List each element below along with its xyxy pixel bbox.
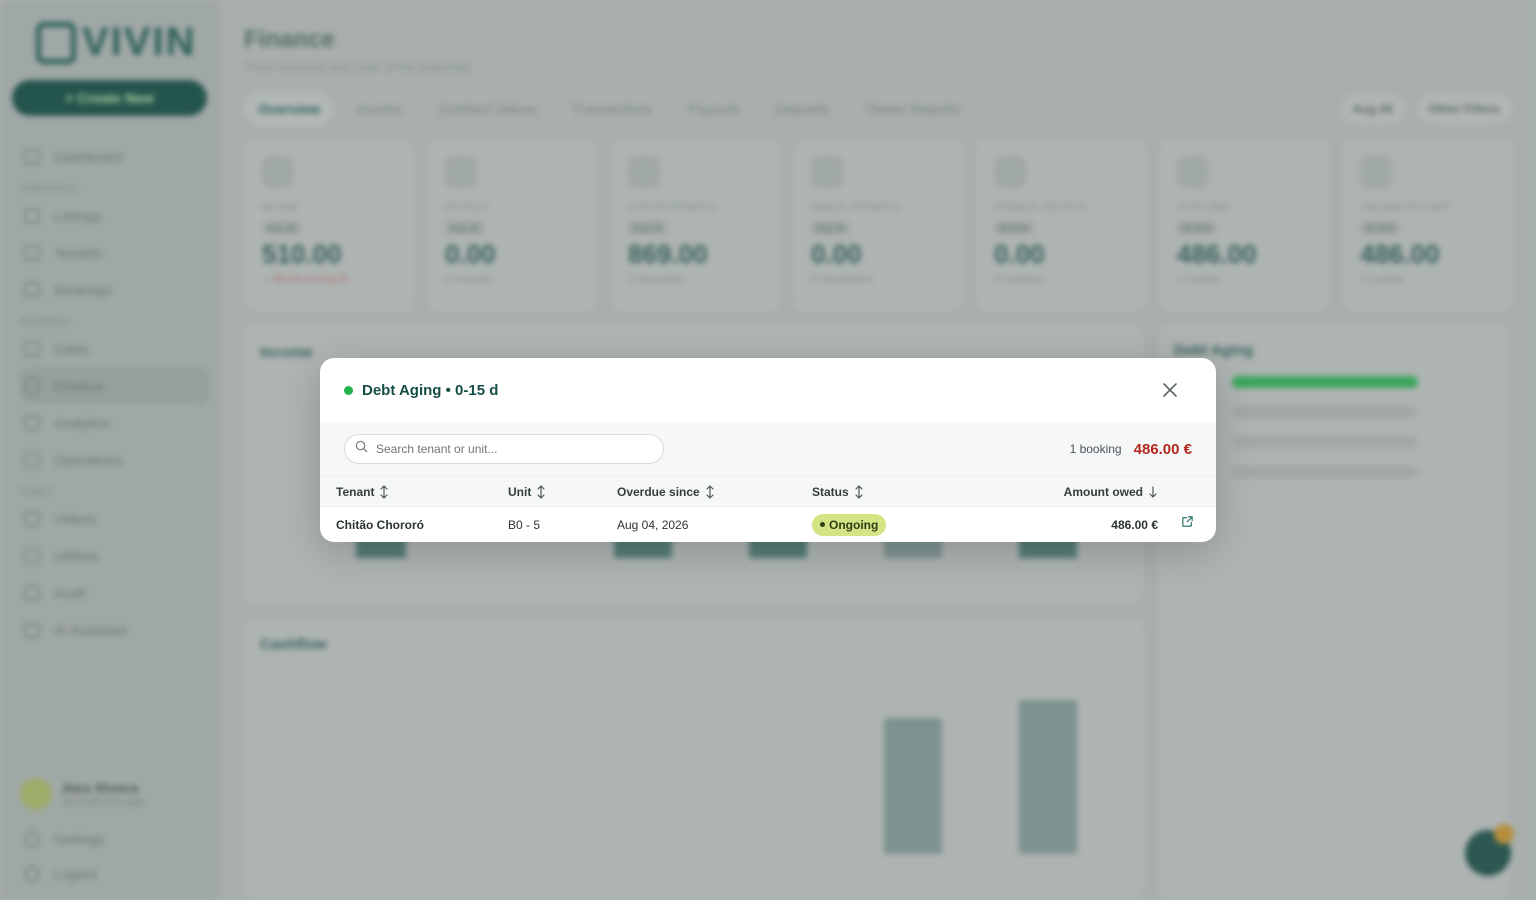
modal-title: Debt Aging • 0-15 d bbox=[362, 381, 499, 399]
modal-header: Debt Aging • 0-15 d bbox=[320, 358, 1216, 422]
status-badge-label: Ongoing bbox=[829, 517, 879, 532]
close-icon[interactable] bbox=[1160, 380, 1180, 400]
column-label: Status bbox=[812, 484, 849, 499]
cell-status: Ongoing bbox=[812, 507, 992, 543]
sort-icon bbox=[537, 484, 545, 499]
cell-amount-owed: 486.00 € bbox=[1111, 517, 1158, 532]
status-badge-dot bbox=[820, 522, 825, 528]
sort-icon bbox=[706, 484, 714, 499]
column-header-tenant[interactable]: Tenant bbox=[320, 476, 508, 507]
search-icon bbox=[355, 440, 376, 458]
column-label: Unit bbox=[508, 484, 532, 499]
cell-overdue-since: Aug 04, 2026 bbox=[617, 517, 689, 532]
sort-desc-icon bbox=[1149, 485, 1157, 498]
search-input[interactable] bbox=[376, 442, 646, 456]
debt-aging-modal: Debt Aging • 0-15 d 1 booking 486.00 € T… bbox=[320, 358, 1216, 542]
column-header-amount-owed[interactable]: Amount owed bbox=[992, 476, 1158, 507]
column-header-overdue-since[interactable]: Overdue since bbox=[617, 476, 812, 507]
column-label: Overdue since bbox=[617, 484, 700, 499]
status-badge: Ongoing bbox=[812, 513, 887, 536]
table-header-row: Tenant Unit Overdue since Status Amount … bbox=[320, 476, 1216, 507]
modal-toolbar: 1 booking 486.00 € bbox=[320, 422, 1216, 476]
column-header-actions bbox=[1158, 476, 1216, 507]
debt-table: Tenant Unit Overdue since Status Amount … bbox=[320, 476, 1216, 542]
status-dot bbox=[344, 385, 353, 395]
sort-icon bbox=[380, 484, 389, 499]
search-box[interactable] bbox=[344, 434, 664, 464]
modal-summary: 1 booking 486.00 € bbox=[1070, 422, 1192, 476]
cell-actions bbox=[1158, 507, 1216, 543]
sort-icon bbox=[855, 484, 863, 499]
cell-tenant: Chitão Chororó bbox=[336, 517, 424, 532]
external-link-icon[interactable] bbox=[1181, 515, 1194, 531]
column-label: Tenant bbox=[336, 484, 375, 499]
total-amount: 486.00 € bbox=[1133, 440, 1192, 458]
column-label: Amount owed bbox=[1063, 484, 1143, 499]
table-row[interactable]: Chitão Chororó B0 - 5 Aug 04, 2026 Ongoi… bbox=[320, 507, 1216, 543]
column-header-status[interactable]: Status bbox=[812, 476, 992, 507]
booking-count: 1 booking bbox=[1069, 442, 1122, 456]
cell-unit: B0 - 5 bbox=[508, 517, 541, 532]
column-header-unit[interactable]: Unit bbox=[508, 476, 617, 507]
